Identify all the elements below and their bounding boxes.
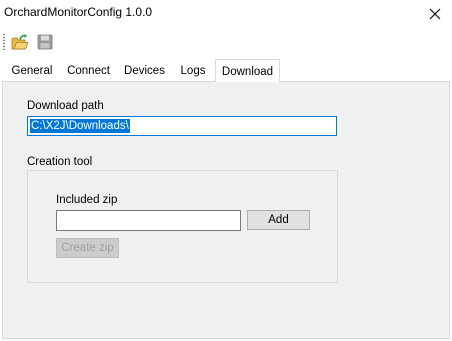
download-path-value: C:\X2J\Downloads\ <box>30 119 130 133</box>
download-panel: Download path C:\X2J\Downloads\ Creation… <box>2 81 450 339</box>
window-title: OrchardMonitorConfig 1.0.0 <box>4 5 153 19</box>
creation-tool-label: Creation tool <box>27 156 93 168</box>
tab-devices[interactable]: Devices <box>118 61 171 81</box>
tab-general[interactable]: General <box>5 61 59 81</box>
close-button[interactable] <box>418 0 452 27</box>
tab-logs[interactable]: Logs <box>174 61 212 81</box>
create-zip-button[interactable]: Create zip <box>56 238 119 258</box>
download-path-label: Download path <box>27 100 104 112</box>
included-zip-input[interactable] <box>56 210 241 231</box>
save-button[interactable] <box>34 31 55 52</box>
open-button[interactable] <box>9 31 30 52</box>
open-folder-icon <box>11 33 29 49</box>
creation-tool-group: Included zip Add Create zip <box>27 170 338 283</box>
toolbar-grip[interactable] <box>3 33 5 50</box>
tab-connect[interactable]: Connect <box>61 61 116 81</box>
tab-download[interactable]: Download <box>215 59 280 82</box>
add-button[interactable]: Add <box>247 210 310 230</box>
tab-strip: General Connect Devices Logs Download <box>0 59 452 82</box>
toolbar <box>0 28 452 55</box>
download-path-input[interactable]: C:\X2J\Downloads\ <box>27 116 337 136</box>
save-icon <box>37 34 52 49</box>
close-icon <box>429 8 441 19</box>
included-zip-label: Included zip <box>56 194 118 206</box>
title-bar: OrchardMonitorConfig 1.0.0 <box>0 0 452 27</box>
